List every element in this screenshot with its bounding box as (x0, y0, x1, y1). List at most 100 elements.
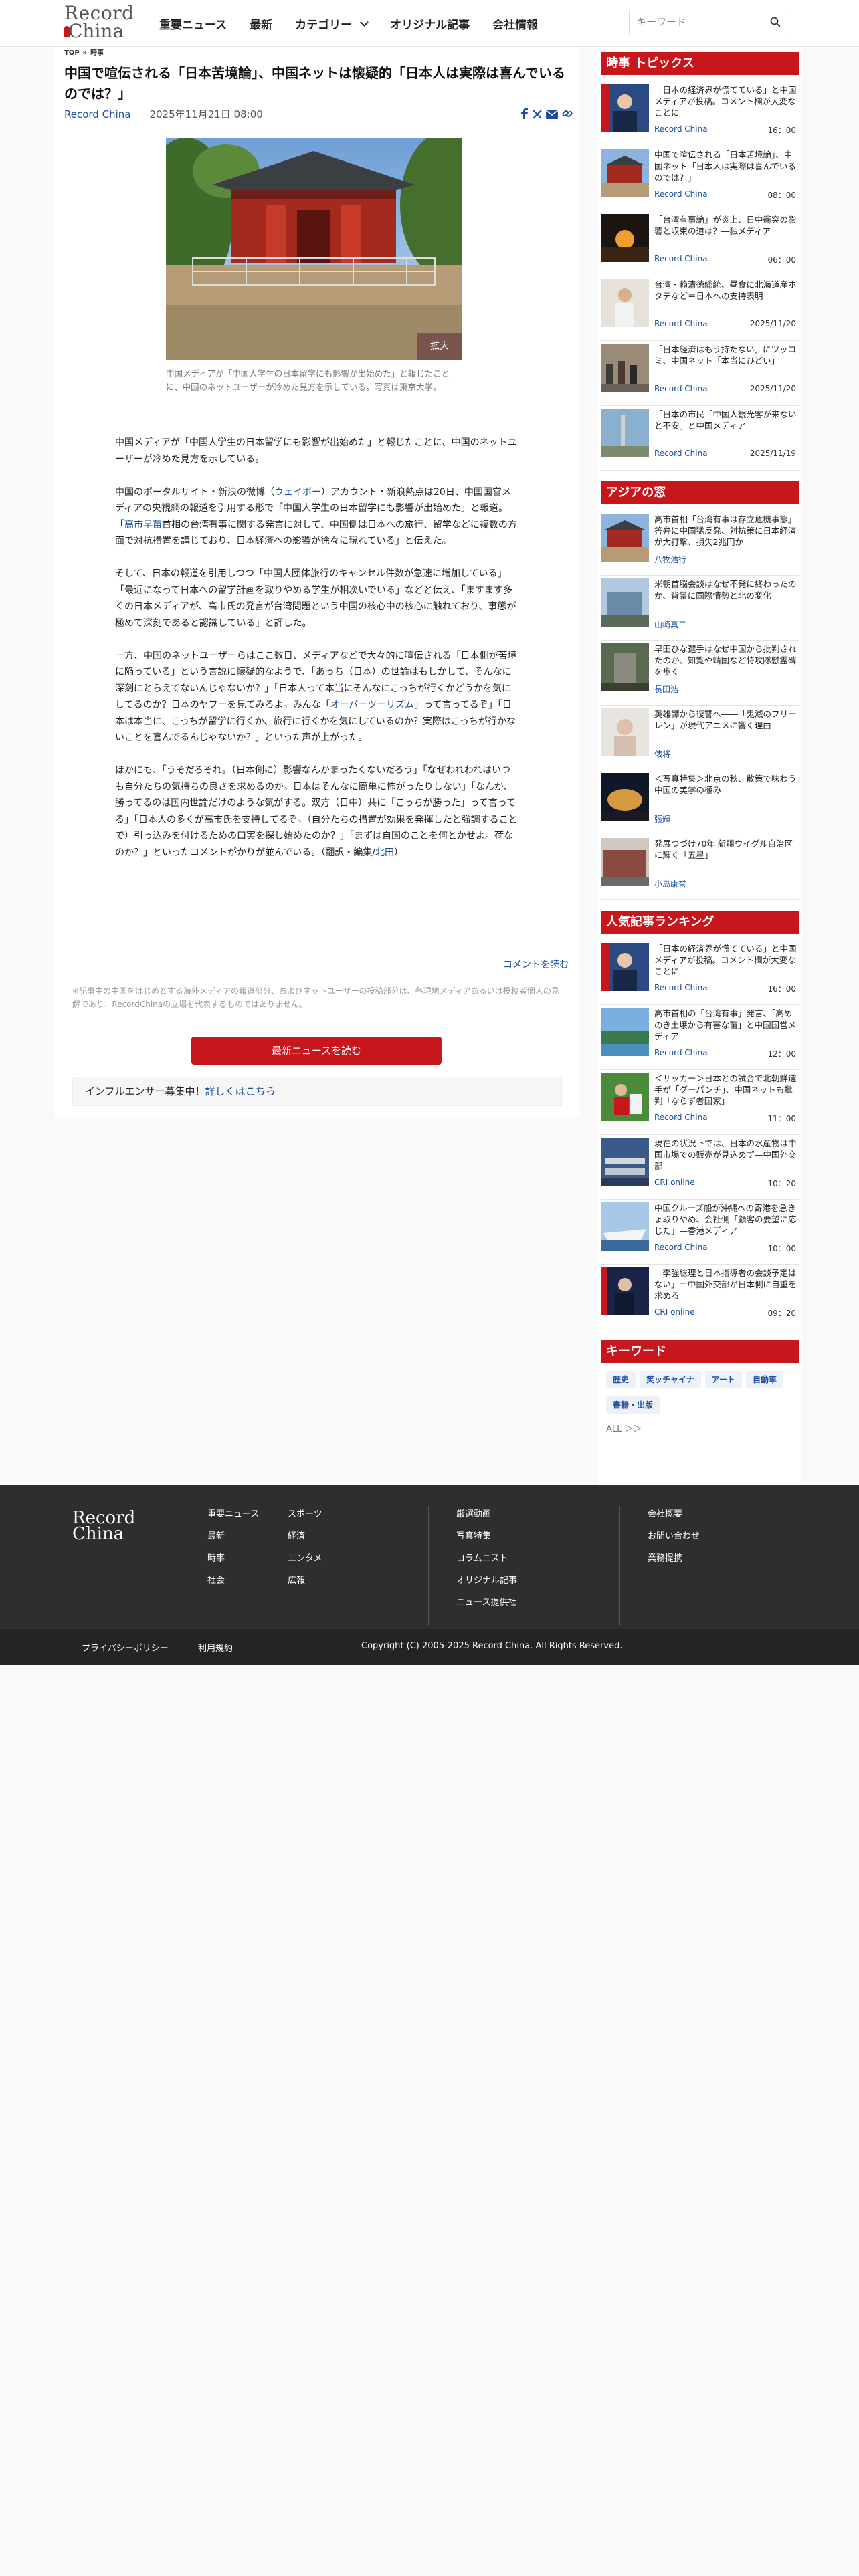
article-photo[interactable]: 拡大 (166, 138, 462, 360)
site-logo[interactable]: Record China (64, 4, 134, 43)
thumbnail (601, 578, 649, 627)
nav-latest[interactable]: 最新 (250, 15, 272, 32)
item-time: 2025/11/20 (749, 319, 796, 328)
item-source: Record China (654, 1048, 708, 1057)
footer-link[interactable]: 業務提携 (648, 1547, 700, 1570)
list-item[interactable]: 中国で喧伝される「日本苦境論」、中国ネット「日本人は実際は喜んでいるのでは？」 … (601, 146, 799, 211)
search-icon[interactable] (770, 17, 781, 27)
item-title: 高市首相の「台湾有事」発言、「高めのき土壌から有害な苗」と中国国営メディア (654, 1008, 797, 1041)
footer-bottom-bar: プライバシーポリシー 利用規約 Copyright (C) 2005-2025 … (0, 1629, 859, 1665)
logo-line2: China (64, 22, 134, 41)
nav-category[interactable]: カテゴリー (295, 15, 369, 32)
footer-link[interactable]: 厳選動画 (456, 1503, 517, 1525)
read-comments-link[interactable]: コメントを読む (503, 958, 569, 971)
keyword-tag[interactable]: 歴史 (606, 1371, 636, 1388)
list-item[interactable]: 「李強総理と日本指導者の会談予定はない」＝中国外交部が日本側に自重を求める CR… (601, 1265, 799, 1329)
item-title: 「日本の市民「中国人観光客が来ないと不安」と中国メディア (654, 409, 797, 431)
footer-link[interactable]: お問い合わせ (648, 1525, 700, 1547)
breadcrumb-section[interactable]: 時事 (90, 49, 104, 57)
footer-link[interactable]: 重要ニュース (207, 1503, 259, 1525)
list-item[interactable]: 発展つづけ70年 新疆ウイグル自治区に輝く「五星」 小島康誉 (601, 835, 799, 900)
footer-link[interactable]: 経済 (288, 1525, 322, 1547)
paragraph-3: そして、日本の報道を引用しつつ「中国人団体旅行のキャンセル件数が急速に増加してい… (115, 568, 516, 629)
list-item[interactable]: 「日本の市民「中国人観光客が来ないと不安」と中国メディア Record Chin… (601, 406, 799, 471)
link-editor[interactable]: 北田 (375, 847, 394, 858)
breadcrumb-home[interactable]: TOP (64, 49, 80, 57)
footer-link[interactable]: 時事 (207, 1547, 259, 1570)
list-item[interactable]: 高市首相の「台湾有事」発言、「高めのき土壌から有害な苗」と中国国営メディア Re… (601, 1005, 799, 1070)
thumbnail (601, 708, 649, 756)
keyword-tag[interactable]: 自動車 (745, 1371, 783, 1388)
mail-icon[interactable] (545, 109, 559, 122)
influencer-link[interactable]: 詳しくはこちら (205, 1085, 276, 1097)
terms-link[interactable]: 利用規約 (198, 1641, 233, 1654)
copyright: Copyright (C) 2005-2025 Record China. Al… (361, 1641, 623, 1651)
footer-link[interactable]: コラムニスト (456, 1547, 517, 1570)
link-icon[interactable] (562, 108, 573, 122)
keyword-tag[interactable]: 書籍・出版 (606, 1396, 660, 1414)
footer-link[interactable]: 最新 (207, 1525, 259, 1547)
footer-link[interactable]: 広報 (288, 1570, 322, 1592)
list-item[interactable]: 中国クルーズ船が沖縄への寄港を急きょ取りやめ、会社側「顧客の要望に応じた」—香港… (601, 1200, 799, 1265)
list-item[interactable]: 高市首相「台湾有事は存立危機事態」答弁に中国猛反発、対抗策に日本経済が大打撃、損… (601, 511, 799, 576)
item-time: 11：00 (767, 1114, 796, 1123)
thumbnail (601, 773, 649, 821)
logo-line1: Record (64, 2, 134, 24)
list-item[interactable]: 現在の状況下では、日本の水産物は中国市場での販売が見込めず—中国外交部 CRI … (601, 1135, 799, 1200)
privacy-link[interactable]: プライバシーポリシー (82, 1641, 169, 1654)
item-time: 2025/11/19 (749, 449, 796, 458)
keyword-tag[interactable]: 笑ッチャイナ (640, 1371, 701, 1388)
item-title: 現在の状況下では、日本の水産物は中国市場での販売が見込めず—中国外交部 (654, 1138, 797, 1171)
item-title: 「日本の経済界が慌てている」と中国メディアが投稿。コメント欄が大変なことに (654, 85, 797, 118)
nav-important[interactable]: 重要ニュース (159, 15, 227, 32)
footer-link[interactable]: ニュース提供社 (456, 1592, 517, 1614)
article-source[interactable]: Record China (64, 108, 130, 120)
item-title: 米朝首脳会談はなぜ不発に終わったのか、背景に国際情勢と北の変化 (654, 579, 797, 601)
thumbnail (601, 1202, 649, 1251)
keyword-all-link[interactable]: ALL ＞＞ (601, 1422, 799, 1434)
item-title: 「日本の経済界が慌てている」と中国メディアが投稿。コメント欄が大変なことに (654, 944, 797, 976)
item-source: Record China (654, 1113, 708, 1122)
footer-link[interactable]: 会社概要 (648, 1503, 700, 1525)
keyword-tag[interactable]: アート (704, 1371, 742, 1388)
asia-window: アジアの窓 高市首相「台湾有事は存立危機事態」答弁に中国猛反発、対抗策に日本経済… (601, 481, 799, 900)
list-item[interactable]: 米朝首脳会談はなぜ不発に終わったのか、背景に国際情勢と北の変化 山崎真二 (601, 576, 799, 641)
search-input[interactable] (636, 15, 757, 29)
link-takaichi[interactable]: 高市早苗 (124, 520, 162, 530)
ranking-heading: 人気記事ランキング (601, 911, 799, 934)
link-weibo[interactable]: ウェイボー (274, 487, 321, 498)
footer-col-4: 会社概要 お問い合わせ 業務提携 (648, 1503, 700, 1570)
footer-logo-line2: China (72, 1524, 124, 1544)
link-overtourism[interactable]: オーバーツーリズム (330, 700, 415, 710)
zoom-button[interactable]: 拡大 (417, 333, 462, 360)
list-item[interactable]: ＜サッカー＞日本との試合で北朝鮮選手が「グーパンチ」、中国ネットも批判「ならず者… (601, 1070, 799, 1135)
list-item[interactable]: 「台湾有事論」が炎上、日中衝突の影響と収束の道は？―独メディア Record C… (601, 211, 799, 276)
x-icon[interactable] (533, 109, 542, 122)
footer-link[interactable]: 社会 (207, 1570, 259, 1592)
item-source: 山崎真二 (654, 620, 687, 629)
list-item[interactable]: 英雄譚から復讐へ――「鬼滅のフリーレン」が現代アニメに響く理由 俵将 (601, 706, 799, 770)
footer-logo[interactable]: Record China (72, 1509, 135, 1544)
item-title: 早田ひな選手はなぜ中国から批判されたのか、知覧や靖国など特攻隊慰霊碑を歩く (654, 644, 797, 677)
list-item[interactable]: 「日本の経済界が慌てている」と中国メディアが投稿。コメント欄が大変なことに Re… (601, 82, 799, 146)
footer-link[interactable]: エンタメ (288, 1547, 322, 1570)
latest-news-button[interactable]: 最新ニュースを読む (191, 1037, 442, 1065)
keyword-heading: キーワード (601, 1340, 799, 1363)
item-source: Record China (654, 983, 708, 992)
footer-link[interactable]: 写真特集 (456, 1525, 517, 1547)
nav-company[interactable]: 会社情報 (492, 15, 538, 32)
main-nav: 重要ニュース 最新 カテゴリー オリジナル記事 会社情報 (159, 0, 561, 47)
list-item[interactable]: 「日本経済はもう持たない」にツッコミ、中国ネット「本当にひどい」 Record … (601, 341, 799, 406)
keyword-box: キーワード 歴史 笑ッチャイナ アート 自動車書籍・出版 ALL ＞＞ (601, 1340, 799, 1434)
item-source: 俵将 (654, 750, 671, 759)
footer-link[interactable]: オリジナル記事 (456, 1570, 517, 1592)
item-title: ＜写真特集＞北京の秋、散策で味わう中国の美学の極み (654, 774, 797, 795)
footer-link[interactable]: スポーツ (288, 1503, 322, 1525)
thumbnail (601, 149, 649, 197)
list-item[interactable]: 早田ひな選手はなぜ中国から批判されたのか、知覧や靖国など特攻隊慰霊碑を歩く 長田… (601, 641, 799, 706)
facebook-icon[interactable] (520, 108, 529, 122)
list-item[interactable]: ＜写真特集＞北京の秋、散策で味わう中国の美学の極み 張輝 (601, 770, 799, 835)
list-item[interactable]: 「日本の経済界が慌てている」と中国メディアが投稿。コメント欄が大変なことに Re… (601, 940, 799, 1005)
nav-original[interactable]: オリジナル記事 (390, 15, 470, 32)
list-item[interactable]: 台湾・賴清徳総統、昼食に北海道産ホタテなど＝日本への支持表明 Record Ch… (601, 276, 799, 341)
